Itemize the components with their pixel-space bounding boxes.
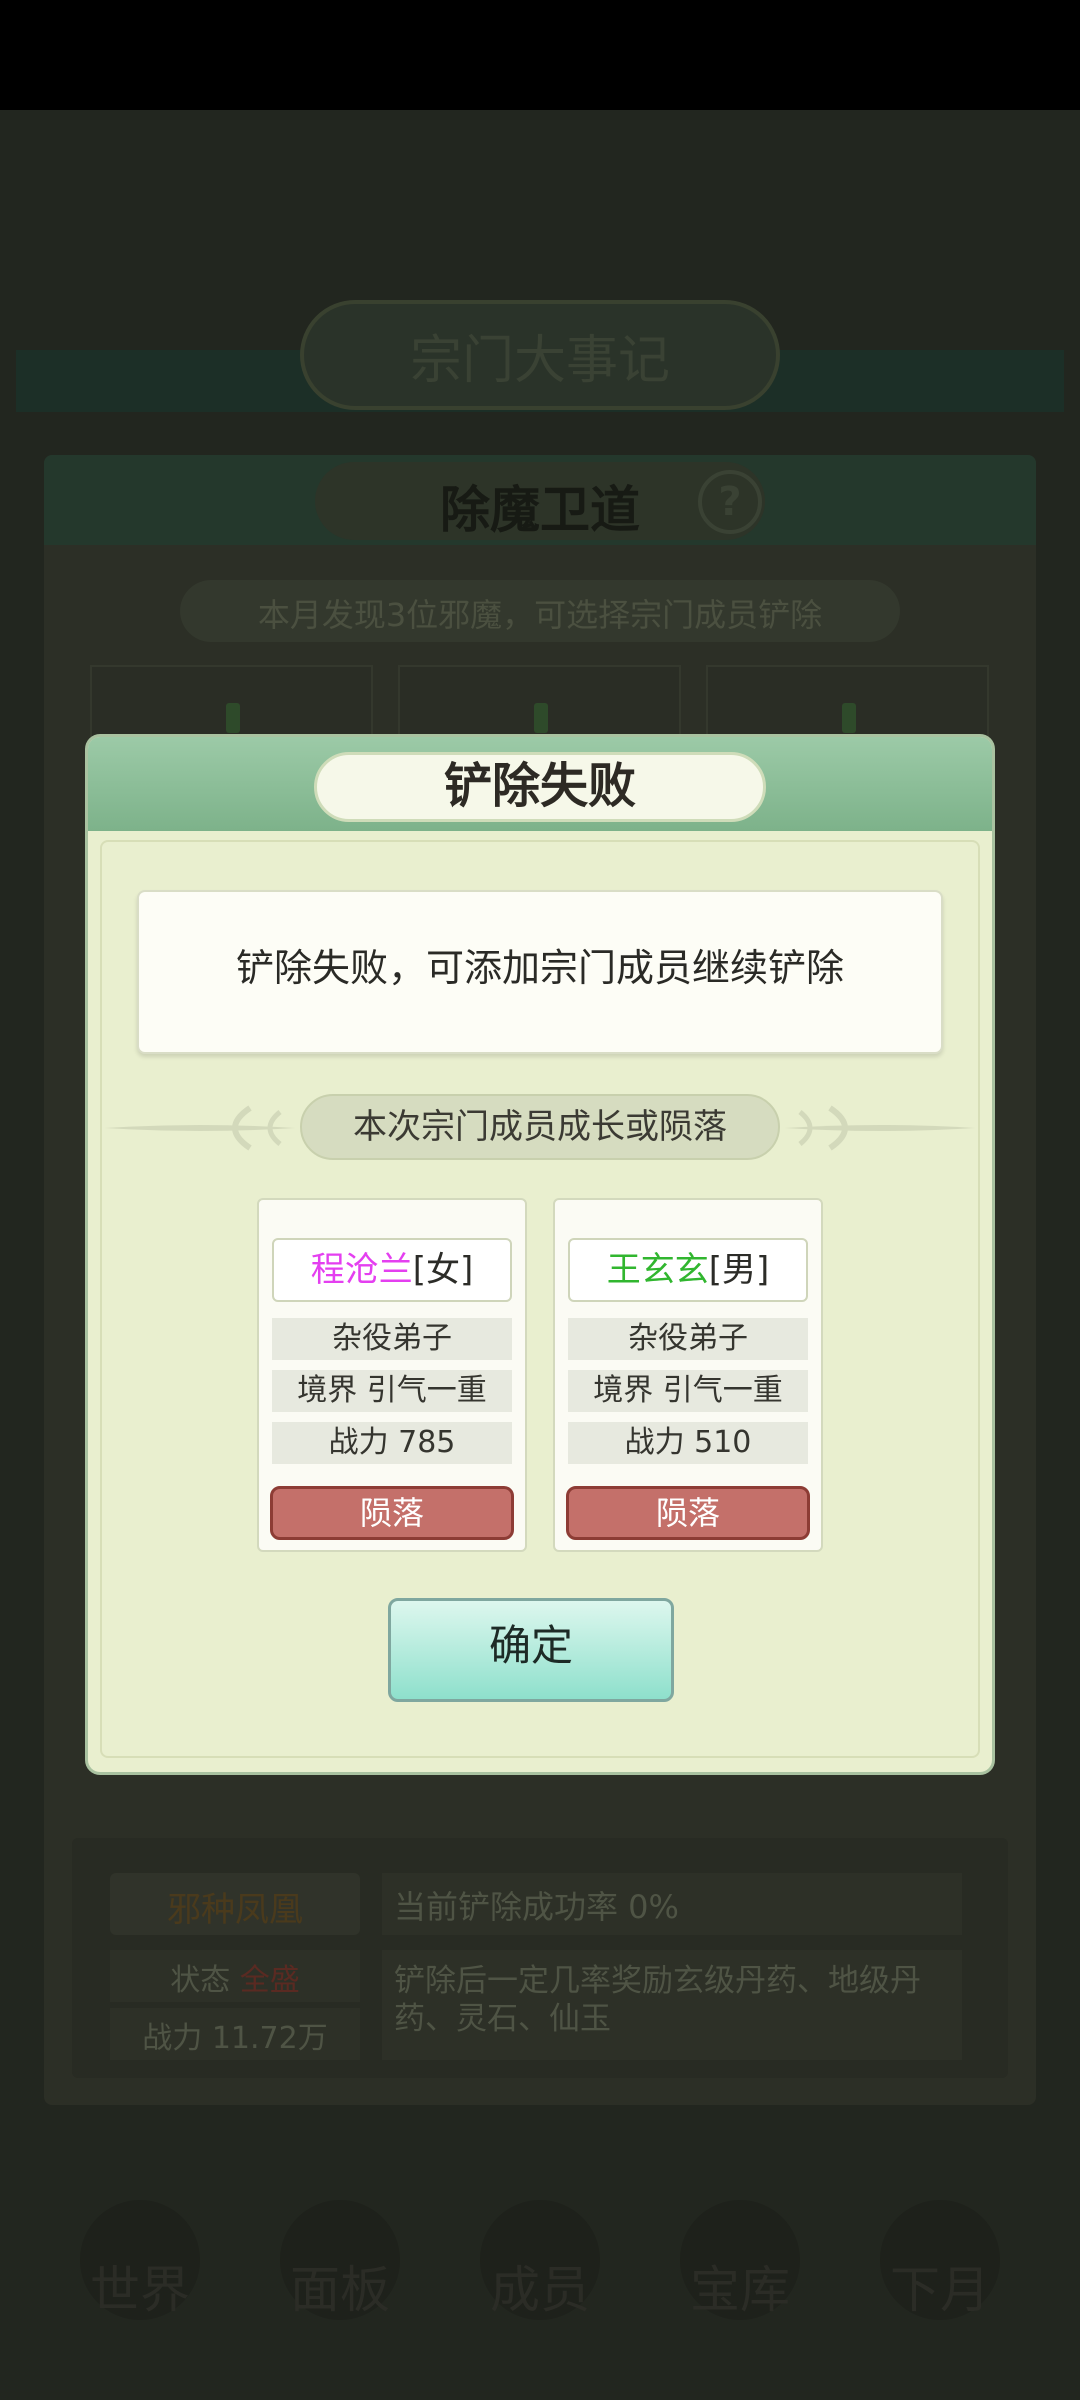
confirm-label[interactable]: 确定 [388,1614,674,1678]
member-card: 王玄玄[男] 杂役弟子 境界 引气一重 战力 510 陨落 [553,1198,823,1552]
nav-next-month[interactable]: 下月 [860,2250,1020,2322]
event-title: 宗门大事记 [409,331,670,391]
slot-indicator [226,703,240,733]
nav-panel[interactable]: 面板 [260,2250,420,2322]
slot-indicator [534,703,548,733]
success-rate: 当前铲除成功率 0% [394,1888,679,1926]
member-role: 杂役弟子 [568,1318,808,1360]
member-gender: [女] [412,1250,474,1290]
left-ornament-icon [105,1105,295,1151]
demon-state: 状态 全盛 [110,1955,360,1999]
right-ornament-icon [785,1105,975,1151]
member-name: 王玄玄 [606,1250,709,1290]
member-card: 程沧兰[女] 杂役弟子 境界 引气一重 战力 785 陨落 [257,1198,527,1552]
state-value: 全盛 [239,1963,300,1998]
section-label: 本次宗门成员成长或陨落 [353,1107,727,1147]
member-gender: [男] [708,1250,770,1290]
member-name-box: 程沧兰[女] [272,1238,512,1302]
dialog-title: 铲除失败 [443,758,636,814]
state-label: 状态 [170,1963,231,1998]
nav-world[interactable]: 世界 [60,2250,220,2322]
nav-members[interactable]: 成员 [460,2250,620,2322]
nav-treasury[interactable]: 宝库 [660,2250,820,2322]
help-icon[interactable]: ? [698,470,762,534]
fallen-badge: 陨落 [566,1486,810,1540]
fallen-badge: 陨落 [270,1486,514,1540]
result-message: 铲除失败，可添加宗门成员继续铲除 [235,946,844,990]
status-bar [0,0,1080,110]
member-name: 程沧兰 [310,1250,413,1290]
member-role: 杂役弟子 [272,1318,512,1360]
demon-name: 邪种凤凰 [167,1890,303,1930]
member-power: 战力 510 [568,1422,808,1464]
demon-power: 战力 11.72万 [142,2021,328,2056]
slot-indicator [842,703,856,733]
member-realm: 境界 引气一重 [568,1370,808,1412]
reward-text: 铲除后一定几率奖励玄级丹药、地级丹药、灵石、仙玉 [394,1963,921,2037]
found-notice: 本月发现3位邪魔，可选择宗门成员铲除 [257,596,823,634]
member-name-box: 王玄玄[男] [568,1238,808,1302]
member-power: 战力 785 [272,1422,512,1464]
member-realm: 境界 引气一重 [272,1370,512,1412]
